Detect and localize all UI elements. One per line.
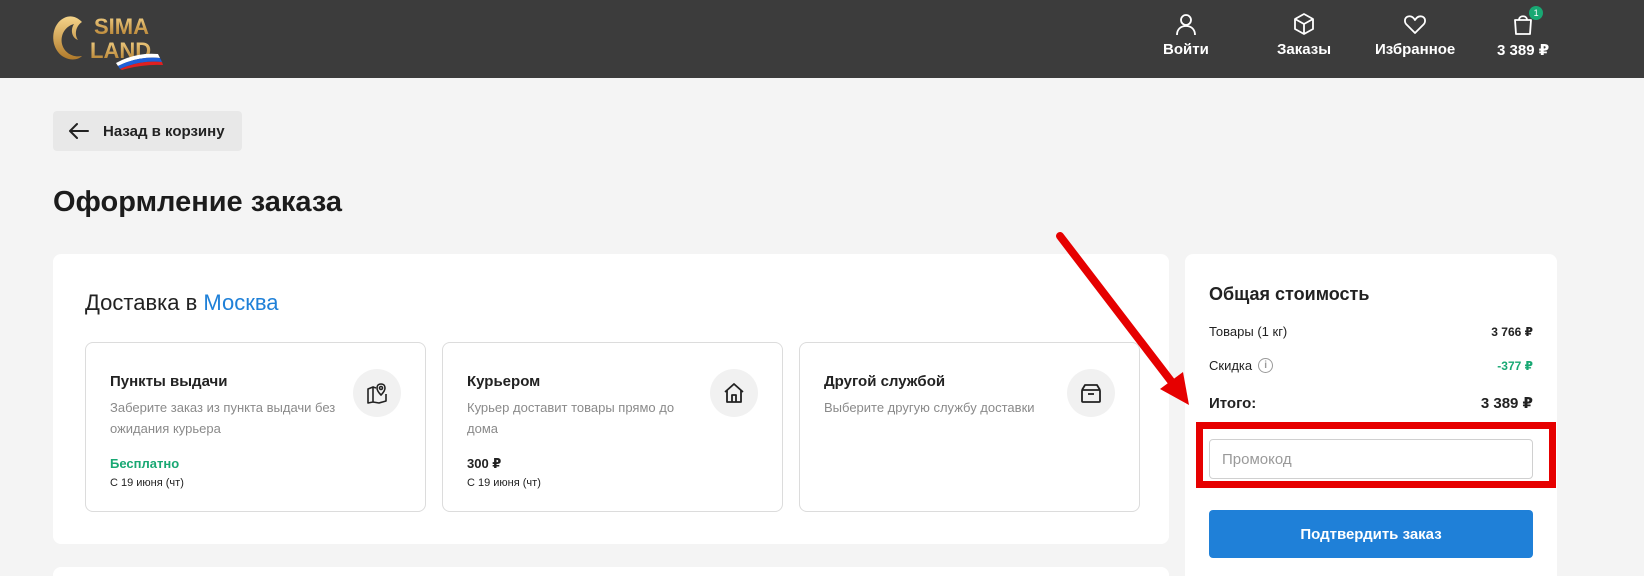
delivery-option-other-service[interactable]: Другой службой Выберите другую службу до…: [799, 342, 1140, 512]
heart-icon: [1404, 15, 1427, 34]
discount-label: Скидка: [1209, 358, 1253, 373]
order-summary-panel: Общая стоимость Товары (1 кг) 3 766 ₽ Ск…: [1185, 254, 1557, 576]
option-description: Выберите другую службу доставки: [824, 400, 1035, 415]
nav-cart-total: 3 389 ₽: [1497, 42, 1550, 59]
discount-value: -377 ₽: [1497, 358, 1533, 373]
nav-cart[interactable]: 1 3 389 ₽: [1497, 6, 1550, 62]
back-to-cart-button[interactable]: Назад в корзину: [53, 111, 242, 151]
package-icon: [1081, 384, 1101, 403]
back-to-cart-label: Назад в корзину: [103, 122, 225, 140]
total-value: 3 389 ₽: [1480, 395, 1533, 412]
sima-land-logo[interactable]: SIMA LAND: [50, 8, 185, 70]
site-header: SIMA LAND Войти Заказы Избранное 1 3 389…: [0, 0, 1644, 78]
option-icon-circle: [353, 369, 401, 417]
nav-favorites[interactable]: Избранное: [1375, 12, 1455, 62]
goods-label: Товары (1 кг): [1209, 324, 1288, 339]
option-title: Пункты выдачи: [110, 373, 228, 390]
goods-value: 3 766 ₽: [1491, 324, 1533, 339]
option-title: Курьером: [467, 373, 541, 390]
home-icon: [724, 383, 744, 403]
nav-login[interactable]: Войти: [1163, 12, 1209, 62]
delivery-city-link[interactable]: Москва: [203, 290, 278, 315]
option-icon-circle: [710, 369, 758, 417]
page-title: Оформление заказа: [53, 186, 343, 218]
map-pin-icon: [367, 383, 387, 404]
arrow-left-icon: [69, 123, 89, 139]
nav-orders-label: Заказы: [1277, 41, 1332, 58]
nav-login-label: Войти: [1163, 41, 1209, 58]
option-date: С 19 июня (чт): [110, 477, 184, 489]
cart-count-badge: 1: [1529, 6, 1544, 20]
delivery-option-courier[interactable]: Курьером Курьер доставит товары прямо до…: [442, 342, 783, 512]
logo-text-top: SIMA: [94, 14, 149, 39]
option-title: Другой службой: [824, 373, 946, 390]
nav-orders[interactable]: Заказы: [1277, 12, 1331, 62]
delivery-section: Доставка в Москва Пункты выдачи Заберите…: [53, 254, 1169, 544]
delivery-title: Доставка в Москва: [85, 290, 279, 316]
user-icon: [1175, 14, 1196, 36]
delivery-title-prefix: Доставка в: [85, 290, 198, 315]
delivery-option-pickup[interactable]: Пункты выдачи Заберите заказ из пункта в…: [85, 342, 426, 512]
option-description: Курьер доставит товары прямо до дома: [467, 400, 675, 436]
option-icon-circle: [1067, 369, 1115, 417]
summary-title: Общая стоимость: [1209, 284, 1370, 304]
nav-favorites-label: Избранное: [1375, 41, 1456, 58]
option-price: 300 ₽: [467, 456, 502, 471]
summary-row-total: Итого: 3 389 ₽: [1209, 394, 1533, 413]
next-section-card: [53, 567, 1169, 576]
option-date: С 19 июня (чт): [467, 477, 541, 489]
confirm-order-button[interactable]: Подтвердить заказ: [1209, 510, 1533, 558]
info-icon[interactable]: i: [1258, 358, 1274, 373]
cart-icon-wrap: 1: [1511, 6, 1544, 36]
annotation-highlight-box: [1196, 422, 1556, 488]
option-description: Заберите заказ из пункта выдачи без ожид…: [110, 400, 336, 436]
option-price: Бесплатно: [110, 456, 180, 471]
summary-row-discount: Скидка i -377 ₽: [1209, 358, 1533, 373]
total-label: Итого:: [1209, 394, 1257, 412]
box-icon: [1294, 13, 1314, 35]
discount-label-wrap: Скидка i: [1209, 358, 1274, 373]
summary-row-goods: Товары (1 кг) 3 766 ₽: [1209, 324, 1533, 339]
